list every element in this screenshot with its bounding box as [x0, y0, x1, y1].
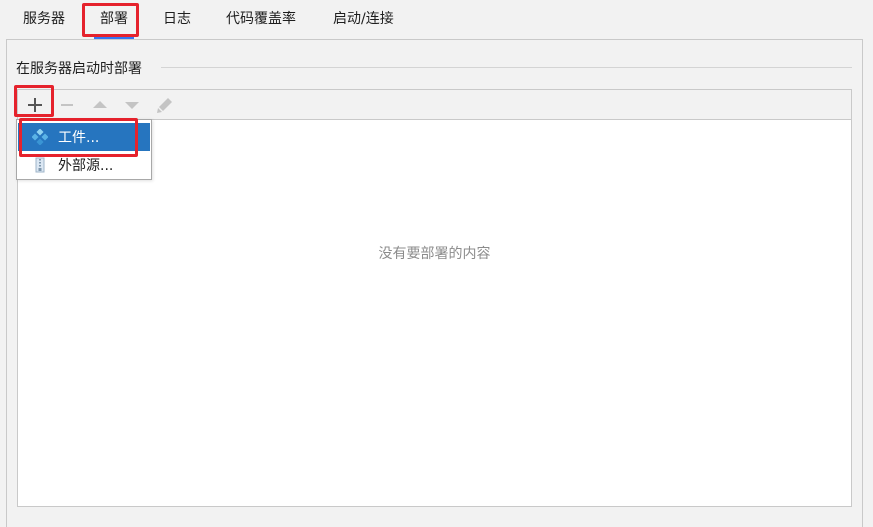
tab-server[interactable]: 服务器 — [21, 0, 67, 40]
add-menu-popup: 工件... 外部源... — [16, 119, 152, 180]
section-title: 在服务器启动时部署 — [16, 61, 142, 77]
edit-button[interactable] — [153, 93, 177, 117]
artifact-icon — [32, 129, 48, 145]
arrow-up-icon — [93, 101, 107, 108]
deploy-toolbar — [17, 89, 852, 120]
move-up-button[interactable] — [88, 93, 112, 117]
pencil-icon — [157, 98, 172, 113]
plus-icon — [28, 98, 42, 112]
menu-item-artifact[interactable]: 工件... — [18, 123, 150, 151]
menu-item-label: 工件... — [58, 130, 100, 146]
remove-button[interactable] — [55, 93, 79, 117]
tab-logs[interactable]: 日志 — [161, 0, 193, 40]
external-source-icon — [35, 157, 45, 173]
tab-bar: 服务器 部署 日志 代码覆盖率 启动/连接 — [0, 0, 873, 40]
tab-startup-connection[interactable]: 启动/连接 — [331, 0, 396, 40]
tab-code-coverage[interactable]: 代码覆盖率 — [224, 0, 298, 40]
arrow-down-icon — [125, 102, 139, 109]
minus-icon — [61, 104, 73, 106]
deployment-panel: 在服务器启动时部署 没有要部署的内容 — [6, 39, 863, 527]
add-button[interactable] — [23, 93, 47, 117]
menu-item-label: 外部源... — [58, 158, 114, 174]
move-down-button[interactable] — [120, 93, 144, 117]
tab-deployment[interactable]: 部署 — [94, 0, 134, 40]
menu-item-external-source[interactable]: 外部源... — [18, 151, 150, 179]
empty-list-message: 没有要部署的内容 — [378, 246, 491, 262]
section-divider — [161, 67, 852, 68]
